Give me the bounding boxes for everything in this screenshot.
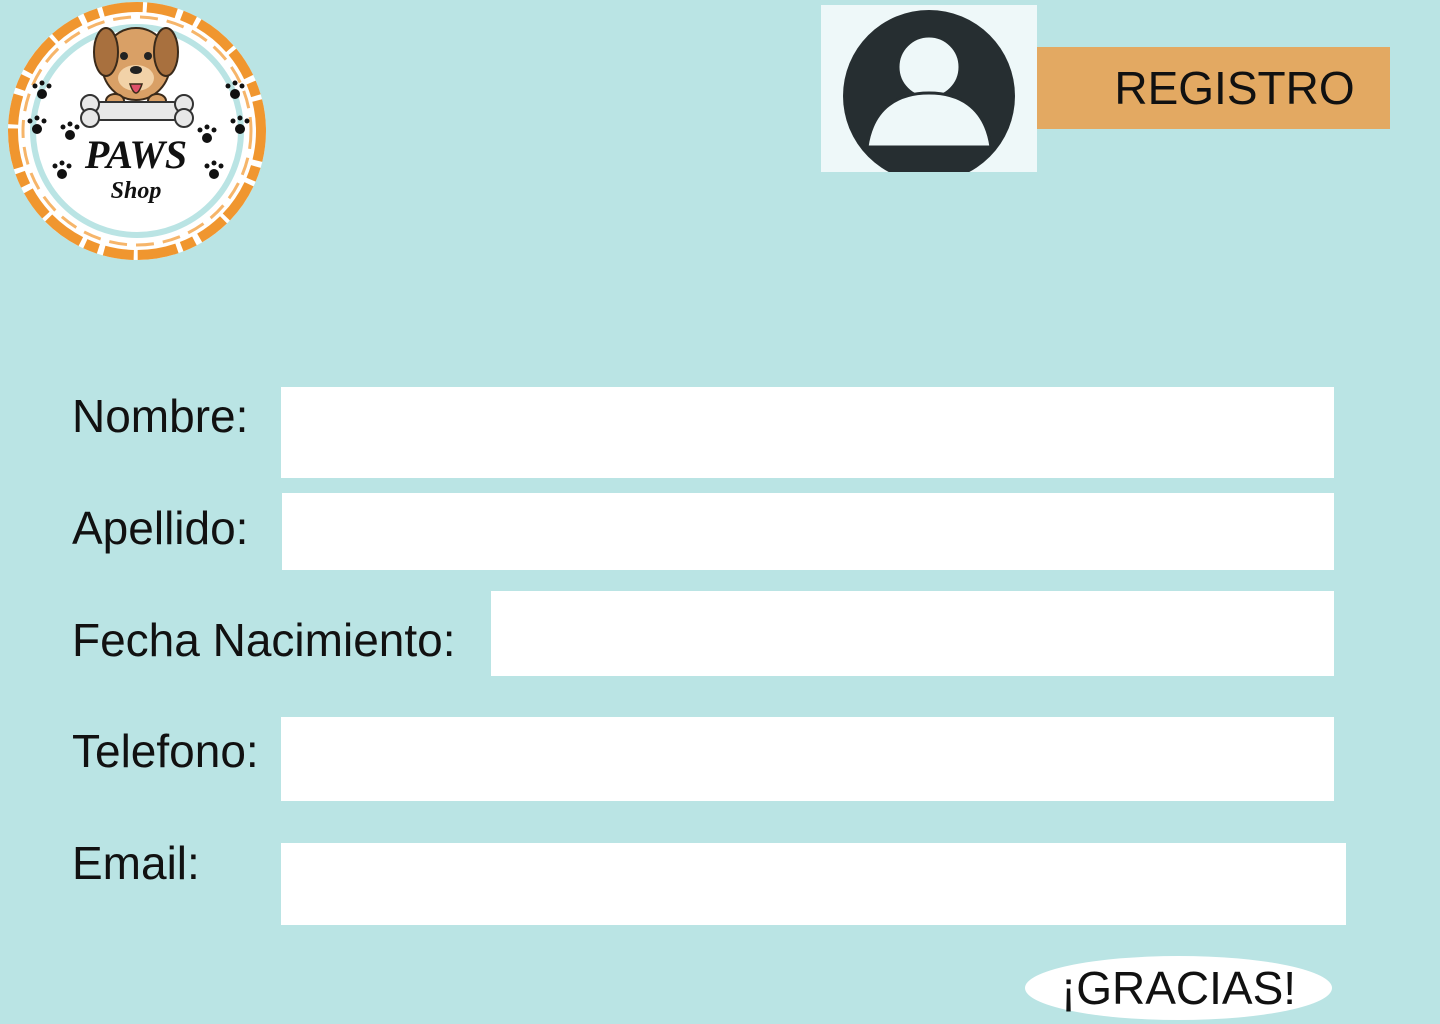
fecha-nacimiento-input[interactable]	[491, 591, 1334, 676]
logo-graphic: PAWS Shop	[8, 2, 266, 260]
telefono-input[interactable]	[281, 717, 1334, 801]
nombre-label: Nombre:	[72, 390, 249, 442]
email-input[interactable]	[281, 843, 1346, 925]
fecha-nacimiento-label: Fecha Nacimiento:	[72, 614, 456, 666]
user-avatar-icon	[843, 10, 1015, 172]
logo-title: PAWS	[84, 132, 187, 177]
email-label: Email:	[72, 837, 200, 889]
logo-subtitle: Shop	[111, 178, 162, 204]
register-button[interactable]: REGISTRO	[1037, 47, 1390, 129]
paws-shop-logo[interactable]: PAWS Shop	[2, 2, 272, 260]
gracias-submit-button[interactable]: ¡GRACIAS!	[1025, 956, 1332, 1020]
apellido-label: Apellido:	[72, 502, 249, 554]
nombre-input[interactable]	[281, 387, 1334, 478]
telefono-label: Telefono:	[72, 725, 259, 777]
apellido-input[interactable]	[282, 493, 1334, 570]
user-avatar[interactable]	[821, 5, 1037, 172]
